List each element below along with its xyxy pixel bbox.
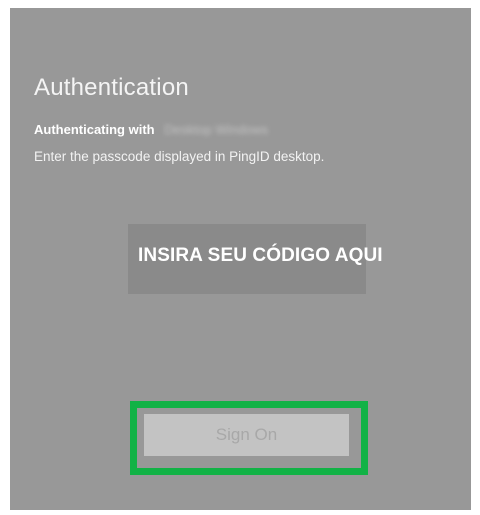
- device-name-redacted: Desktop Windows: [164, 122, 269, 137]
- authenticating-with-line: Authenticating with Desktop Windows: [34, 122, 268, 137]
- page-title: Authentication: [34, 74, 189, 101]
- instructions-text: Enter the passcode displayed in PingID d…: [34, 149, 325, 164]
- passcode-overlay-label: INSIRA SEU CÓDIGO AQUI: [138, 245, 383, 266]
- authenticating-with-label: Authenticating with: [34, 122, 155, 137]
- auth-panel: Authentication Authenticating with Deskt…: [10, 8, 471, 510]
- sign-on-button[interactable]: Sign On: [144, 414, 349, 456]
